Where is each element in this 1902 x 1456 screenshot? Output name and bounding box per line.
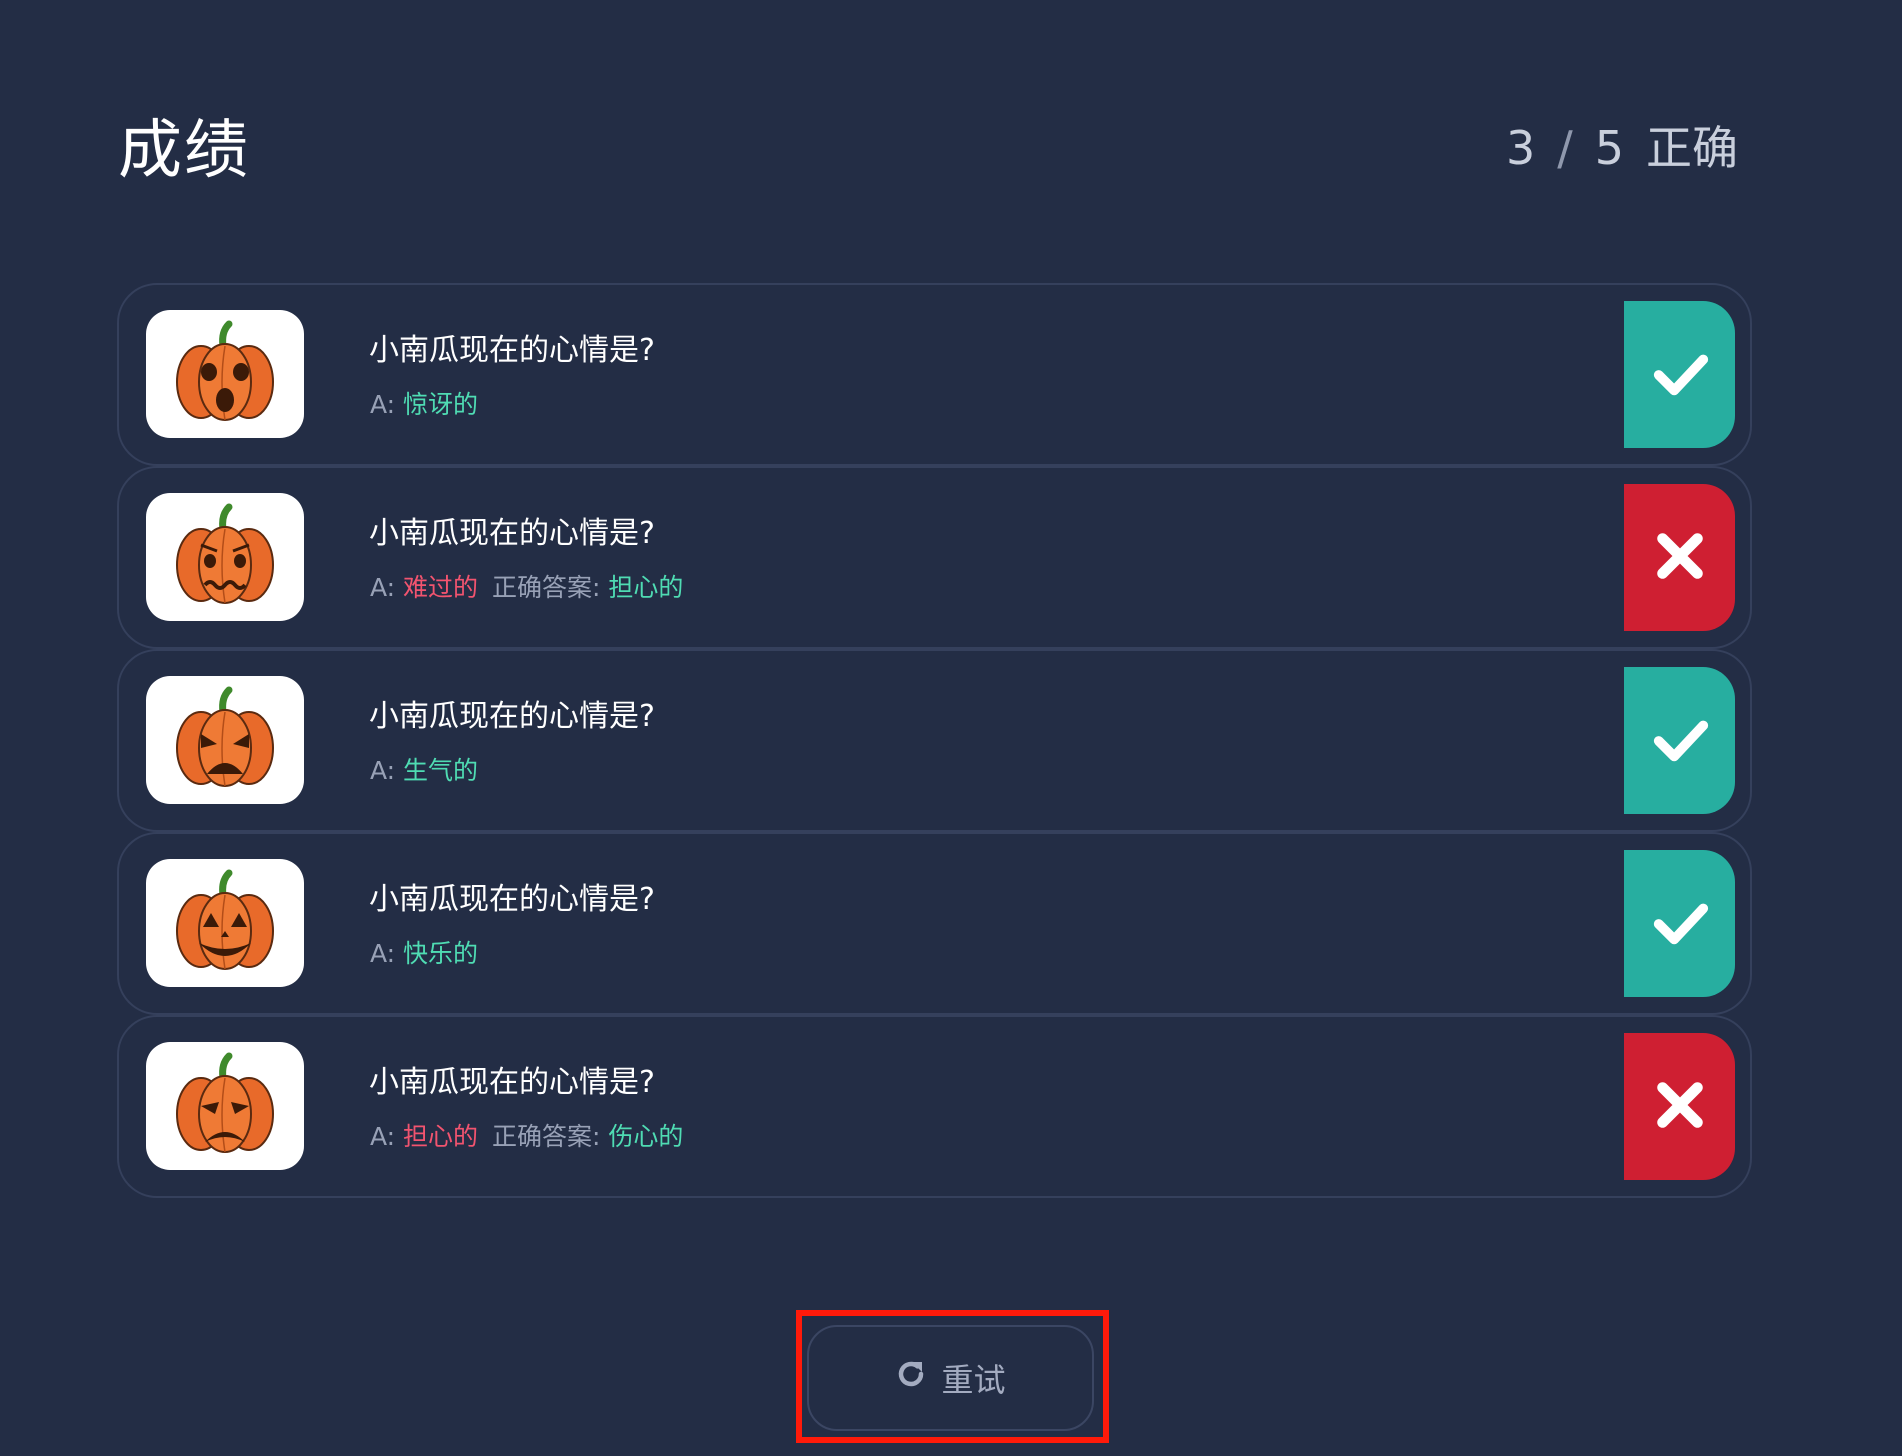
refresh-icon — [895, 1358, 927, 1398]
answer-line: A: 担心的 正确答案: 伤心的 — [370, 1117, 683, 1153]
wrong-badge — [1624, 484, 1735, 631]
answer-line: A: 难过的 正确答案: 担心的 — [370, 568, 683, 604]
result-item: 小南瓜现在的心情是? A: 难过的 正确答案: 担心的 — [117, 466, 1752, 649]
answer-prefix: A: — [370, 756, 396, 785]
correct-answer-label: 正确答案: — [492, 1122, 601, 1151]
correct-badge — [1624, 850, 1735, 997]
answer-line: A: 惊讶的 — [370, 385, 478, 421]
check-icon — [1649, 708, 1711, 774]
question-text: 小南瓜现在的心情是? — [369, 516, 655, 551]
header: 成绩 3 / 5 正确 — [118, 100, 1738, 190]
pumpkin-icon — [169, 1048, 281, 1164]
question-text: 小南瓜现在的心情是? — [369, 333, 655, 368]
page-title: 成绩 — [118, 114, 250, 188]
question-text: 小南瓜现在的心情是? — [369, 1065, 655, 1100]
score-summary: 3 / 5 正确 — [1506, 112, 1738, 178]
answer-prefix: A: — [370, 1122, 396, 1151]
answer-prefix: A: — [370, 573, 396, 602]
result-item: 小南瓜现在的心情是? A: 担心的 正确答案: 伤心的 — [117, 1015, 1752, 1198]
user-answer: 难过的 — [403, 573, 479, 602]
close-icon — [1649, 1074, 1711, 1140]
score-label: 正确 — [1646, 121, 1738, 175]
answer-line: A: 快乐的 — [370, 934, 478, 970]
correct-answer: 伤心的 — [608, 1122, 684, 1151]
pumpkin-icon — [169, 499, 281, 615]
score-total: 5 — [1594, 121, 1624, 175]
result-item: 小南瓜现在的心情是? A: 快乐的 — [117, 832, 1752, 1015]
retry-label: 重试 — [941, 1361, 1006, 1399]
correct-answer: 担心的 — [608, 573, 684, 602]
close-icon — [1649, 525, 1711, 591]
pumpkin-icon — [169, 316, 281, 432]
question-text: 小南瓜现在的心情是? — [369, 882, 655, 917]
wrong-badge — [1624, 1033, 1735, 1180]
pumpkin-thumbnail — [146, 310, 304, 438]
results-list: 小南瓜现在的心情是? A: 惊讶的 小南瓜现在的心情是? A: 难过的 正确答案: 担… — [117, 283, 1752, 1198]
answer-prefix: A: — [370, 939, 396, 968]
result-item: 小南瓜现在的心情是? A: 惊讶的 — [117, 283, 1752, 466]
score-correct: 3 — [1505, 121, 1536, 175]
retry-button[interactable]: 重试 — [807, 1325, 1094, 1431]
pumpkin-thumbnail — [146, 676, 304, 804]
answer-prefix: A: — [370, 390, 396, 419]
user-answer: 快乐的 — [403, 939, 479, 968]
pumpkin-thumbnail — [146, 493, 304, 621]
user-answer: 惊讶的 — [403, 390, 479, 419]
answer-line: A: 生气的 — [370, 751, 478, 787]
pumpkin-thumbnail — [146, 859, 304, 987]
correct-badge — [1624, 301, 1735, 448]
correct-answer-label: 正确答案: — [492, 573, 601, 602]
results-page: 成绩 3 / 5 正确 小南瓜现在的心情是? A: 惊讶的 小南瓜现在的心情是? A:… — [0, 0, 1902, 1456]
user-answer: 担心的 — [403, 1122, 479, 1151]
check-icon — [1649, 891, 1711, 957]
check-icon — [1649, 342, 1711, 408]
pumpkin-icon — [169, 682, 281, 798]
question-text: 小南瓜现在的心情是? — [369, 699, 655, 734]
score-separator: / — [1557, 121, 1573, 175]
pumpkin-icon — [169, 865, 281, 981]
user-answer: 生气的 — [403, 756, 479, 785]
pumpkin-thumbnail — [146, 1042, 304, 1170]
result-item: 小南瓜现在的心情是? A: 生气的 — [117, 649, 1752, 832]
correct-badge — [1624, 667, 1735, 814]
